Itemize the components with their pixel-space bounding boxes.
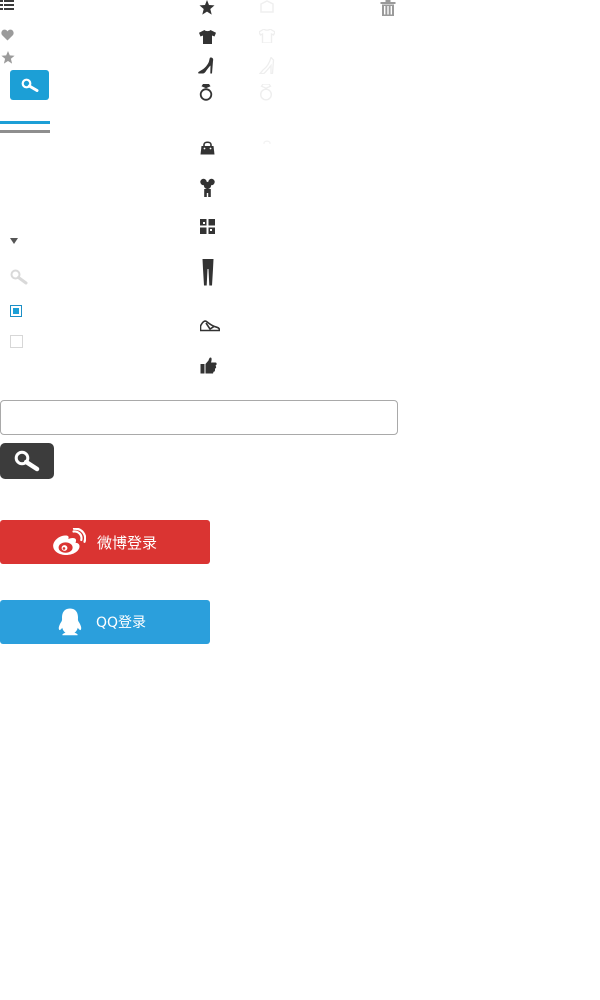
search-input[interactable]: [0, 400, 398, 435]
ring-ghost-icon: [259, 84, 273, 101]
baby-clothes-icon: [200, 178, 215, 197]
high-heel-icon: [198, 57, 214, 74]
search-icon: [14, 450, 40, 472]
checkbox-empty[interactable]: [10, 335, 23, 348]
sandal-icon: [200, 320, 220, 332]
weibo-icon: [51, 526, 87, 558]
caret-down-icon[interactable]: [10, 238, 18, 245]
sprite-sheet-page: 微博登录 QQ登录: [0, 0, 600, 1000]
gift-icon: [200, 219, 215, 234]
checkbox-checked[interactable]: [10, 305, 22, 317]
thumbs-up-icon: [200, 357, 217, 374]
high-heel-ghost-icon: [259, 57, 275, 74]
qq-penguin-icon: [52, 606, 88, 638]
qq-login-button[interactable]: QQ登录: [0, 600, 210, 644]
handbag-ghost-icon: [263, 140, 271, 144]
star-icon[interactable]: [1, 51, 15, 64]
weibo-login-label: 微博登录: [97, 533, 158, 552]
tshirt-ghost-icon: [259, 29, 275, 43]
qq-login-label: QQ登录: [96, 615, 147, 631]
search-button[interactable]: [10, 70, 49, 100]
ring-icon: [199, 84, 213, 101]
tshirt-icon: [199, 30, 216, 44]
leggings-icon: [202, 259, 214, 286]
active-tab-underline: [0, 121, 50, 124]
star-icon[interactable]: [199, 0, 215, 15]
search-icon: [21, 78, 38, 92]
search-submit-button[interactable]: [0, 443, 54, 479]
hanger-ghost-icon: [260, 0, 274, 13]
search-icon: [10, 269, 28, 285]
inactive-tab-underline: [0, 130, 50, 133]
heart-icon[interactable]: [1, 29, 14, 41]
handbag-icon: [200, 141, 215, 155]
list-icon: [0, 0, 14, 10]
trash-icon[interactable]: [380, 0, 396, 16]
weibo-login-button[interactable]: 微博登录: [0, 520, 210, 564]
